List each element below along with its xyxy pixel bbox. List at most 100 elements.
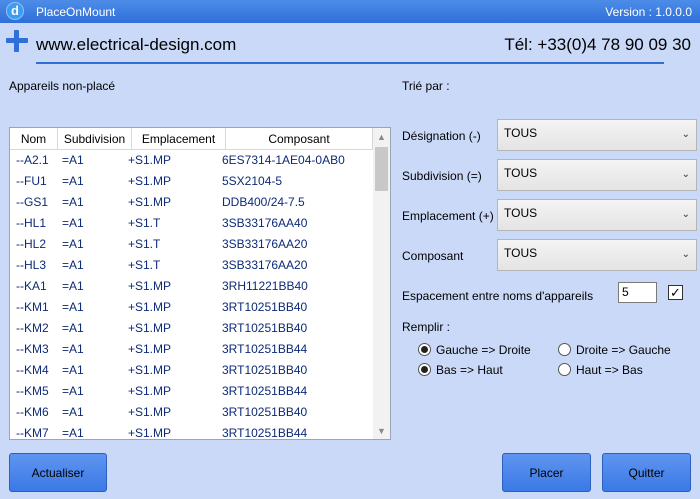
table-row[interactable]: --GS1 =A1 +S1.MP DDB400/24-7.5 <box>10 192 374 213</box>
sort-label: Trié par : <box>402 79 450 93</box>
cell-composant: 3RT10251BB44 <box>222 384 308 398</box>
filter-select-composant[interactable]: TOUS ⌄ <box>497 239 697 271</box>
filter-label-designation: Désignation (-) <box>402 129 481 143</box>
table-row[interactable]: --KA1 =A1 +S1.MP 3RH11221BB40 <box>10 276 374 297</box>
table-row[interactable]: --KM3 =A1 +S1.MP 3RT10251BB44 <box>10 339 374 360</box>
scroll-up-arrow-icon[interactable]: ▲ <box>373 128 390 145</box>
column-header-nom[interactable]: Nom <box>10 128 58 149</box>
unplaced-devices-list[interactable]: Nom Subdivision Emplacement Composant --… <box>9 127 391 440</box>
filter-label-subdivision: Subdivision (=) <box>402 169 482 183</box>
filter-select-emplacement[interactable]: TOUS ⌄ <box>497 199 697 231</box>
header-divider <box>36 62 664 64</box>
fill-label: Remplir : <box>402 320 451 334</box>
cell-nom: --HL3 <box>16 258 47 272</box>
cell-composant: 3RT10251BB44 <box>222 426 308 440</box>
cell-emplacement: +S1.MP <box>128 426 172 440</box>
cell-subdivision: =A1 <box>62 153 84 167</box>
table-row[interactable]: --KM2 =A1 +S1.MP 3RT10251BB40 <box>10 318 374 339</box>
spacing-input[interactable]: 5 <box>618 282 657 303</box>
website-label: www.electrical-design.com <box>36 35 237 54</box>
cell-composant: 6ES7314-1AE04-0AB0 <box>222 153 345 167</box>
place-button[interactable]: Placer <box>502 453 591 492</box>
filter-select-value: TOUS <box>504 206 538 220</box>
table-row[interactable]: --FU1 =A1 +S1.MP 5SX2104-5 <box>10 171 374 192</box>
table-row[interactable]: --KM6 =A1 +S1.MP 3RT10251BB40 <box>10 402 374 423</box>
cell-nom: --KM4 <box>16 363 49 377</box>
cell-composant: 3RT10251BB40 <box>222 363 308 377</box>
column-header-composant[interactable]: Composant <box>226 128 373 149</box>
cell-nom: --KM1 <box>16 300 49 314</box>
radio-bas-haut[interactable] <box>418 363 431 376</box>
cell-emplacement: +S1.MP <box>128 321 172 335</box>
table-row[interactable]: --HL1 =A1 +S1.T 3SB33176AA40 <box>10 213 374 234</box>
list-header: Nom Subdivision Emplacement Composant <box>10 128 373 150</box>
cell-emplacement: +S1.MP <box>128 153 172 167</box>
cell-emplacement: +S1.MP <box>128 342 172 356</box>
phone-label: Tél: +33(0)4 78 90 09 30 <box>504 35 691 54</box>
cell-composant: 3RT10251BB40 <box>222 300 308 314</box>
cell-nom: --HL2 <box>16 237 47 251</box>
cell-nom: --FU1 <box>16 174 47 188</box>
cell-nom: --KM6 <box>16 405 49 419</box>
cell-subdivision: =A1 <box>62 216 84 230</box>
filter-select-value: TOUS <box>504 246 538 260</box>
cell-nom: --A2.1 <box>16 153 49 167</box>
cell-subdivision: =A1 <box>62 174 84 188</box>
column-header-subdivision[interactable]: Subdivision <box>58 128 132 149</box>
cell-subdivision: =A1 <box>62 426 84 440</box>
table-row[interactable]: --KM5 =A1 +S1.MP 3RT10251BB44 <box>10 381 374 402</box>
cell-composant: 5SX2104-5 <box>222 174 283 188</box>
cell-nom: --KM3 <box>16 342 49 356</box>
cell-subdivision: =A1 <box>62 279 84 293</box>
filter-label-emplacement: Emplacement (+) <box>402 209 494 223</box>
plus-icon <box>6 30 28 52</box>
version-label: Version : 1.0.0.0 <box>605 5 692 19</box>
refresh-button[interactable]: Actualiser <box>9 453 107 492</box>
cell-subdivision: =A1 <box>62 258 84 272</box>
cell-subdivision: =A1 <box>62 363 84 377</box>
cell-composant: 3SB33176AA20 <box>222 258 308 272</box>
cell-composant: 3RT10251BB44 <box>222 342 308 356</box>
radio-label-droite-gauche: Droite => Gauche <box>576 343 671 357</box>
cell-composant: 3SB33176AA40 <box>222 216 308 230</box>
cell-subdivision: =A1 <box>62 300 84 314</box>
cell-emplacement: +S1.MP <box>128 363 172 377</box>
radio-label-haut-bas: Haut => Bas <box>576 363 643 377</box>
title-bar: d PlaceOnMount Version : 1.0.0.0 <box>0 0 700 23</box>
unplaced-devices-label: Appareils non-placé <box>9 79 116 93</box>
header: www.electrical-design.com Tél: +33(0)4 7… <box>0 23 700 68</box>
cell-composant: DDB400/24-7.5 <box>222 195 305 209</box>
radio-haut-bas[interactable] <box>558 363 571 376</box>
radio-label-bas-haut: Bas => Haut <box>436 363 503 377</box>
quit-button[interactable]: Quitter <box>602 453 691 492</box>
table-row[interactable]: --KM7 =A1 +S1.MP 3RT10251BB44 <box>10 423 374 440</box>
cell-emplacement: +S1.T <box>128 258 161 272</box>
spacing-label: Espacement entre noms d'appareils <box>402 289 594 303</box>
radio-droite-gauche[interactable] <box>558 343 571 356</box>
cell-emplacement: +S1.MP <box>128 174 172 188</box>
chevron-down-icon: ⌄ <box>681 169 690 180</box>
cell-nom: --KA1 <box>16 279 47 293</box>
table-row[interactable]: --HL2 =A1 +S1.T 3SB33176AA20 <box>10 234 374 255</box>
chevron-down-icon: ⌄ <box>681 129 690 140</box>
table-row[interactable]: --KM1 =A1 +S1.MP 3RT10251BB40 <box>10 297 374 318</box>
scroll-thumb[interactable] <box>375 147 388 191</box>
table-row[interactable]: --KM4 =A1 +S1.MP 3RT10251BB40 <box>10 360 374 381</box>
scroll-down-arrow-icon[interactable]: ▼ <box>373 422 390 439</box>
cell-nom: --GS1 <box>16 195 49 209</box>
cell-subdivision: =A1 <box>62 195 84 209</box>
cell-composant: 3SB33176AA20 <box>222 237 308 251</box>
cell-subdivision: =A1 <box>62 342 84 356</box>
app-d-icon: d <box>6 1 24 20</box>
list-scrollbar[interactable]: ▲ ▼ <box>373 128 390 439</box>
cell-subdivision: =A1 <box>62 384 84 398</box>
radio-gauche-droite[interactable] <box>418 343 431 356</box>
table-row[interactable]: --HL3 =A1 +S1.T 3SB33176AA20 <box>10 255 374 276</box>
column-header-emplacement[interactable]: Emplacement <box>132 128 226 149</box>
spacing-checkbox[interactable]: ✓ <box>668 285 683 300</box>
filter-select-subdivision[interactable]: TOUS ⌄ <box>497 159 697 191</box>
cell-composant: 3RH11221BB40 <box>222 279 308 293</box>
table-row[interactable]: --A2.1 =A1 +S1.MP 6ES7314-1AE04-0AB0 <box>10 150 374 171</box>
chevron-down-icon: ⌄ <box>681 249 690 260</box>
filter-select-designation[interactable]: TOUS ⌄ <box>497 119 697 151</box>
